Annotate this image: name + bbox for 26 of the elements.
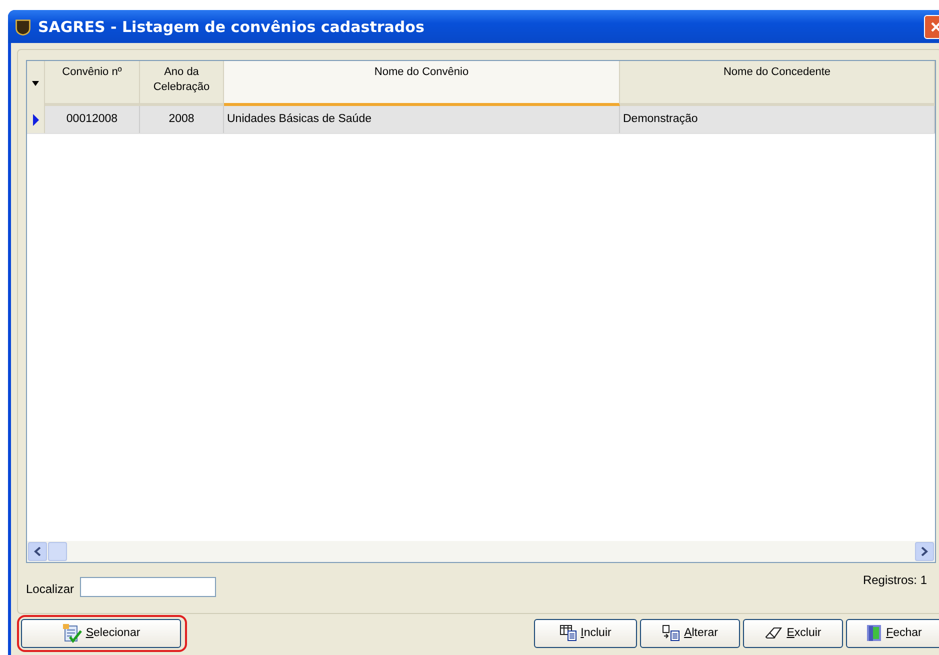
- close-icon: [930, 20, 939, 32]
- checklist-icon: [62, 623, 82, 643]
- search-field[interactable]: [80, 577, 216, 597]
- edit-button[interactable]: Alterar: [640, 618, 740, 648]
- table-cell: 00012008: [45, 106, 140, 133]
- scroll-left-icon: [34, 547, 41, 556]
- delete-button[interactable]: Excluir: [743, 618, 843, 648]
- search-label: Localizar: [26, 582, 74, 596]
- column-header[interactable]: Nome do Convênio: [224, 61, 620, 106]
- table-cell: Unidades Básicas de Saúde: [224, 106, 620, 133]
- horizontal-scrollbar[interactable]: [27, 541, 935, 562]
- table-document-icon: [560, 625, 577, 641]
- eraser-icon: [764, 626, 783, 640]
- close-button[interactable]: Fechar: [846, 618, 939, 648]
- caret-icon: [32, 81, 39, 86]
- scroll-right-icon: [921, 547, 928, 556]
- scroll-thumb[interactable]: [48, 542, 67, 561]
- door-icon: [866, 624, 882, 642]
- record-count: Registros: 1: [862, 573, 927, 587]
- table-cell: 2008: [140, 106, 224, 133]
- add-button[interactable]: Incluir: [534, 618, 637, 648]
- shield-icon: [14, 18, 32, 36]
- document-arrow-icon: [662, 625, 680, 641]
- select-button[interactable]: Selecionar: [21, 618, 181, 648]
- table-cell: Demonstração: [620, 106, 935, 133]
- window-title: SAGRES - Listagem de convênios cadastrados: [38, 18, 426, 36]
